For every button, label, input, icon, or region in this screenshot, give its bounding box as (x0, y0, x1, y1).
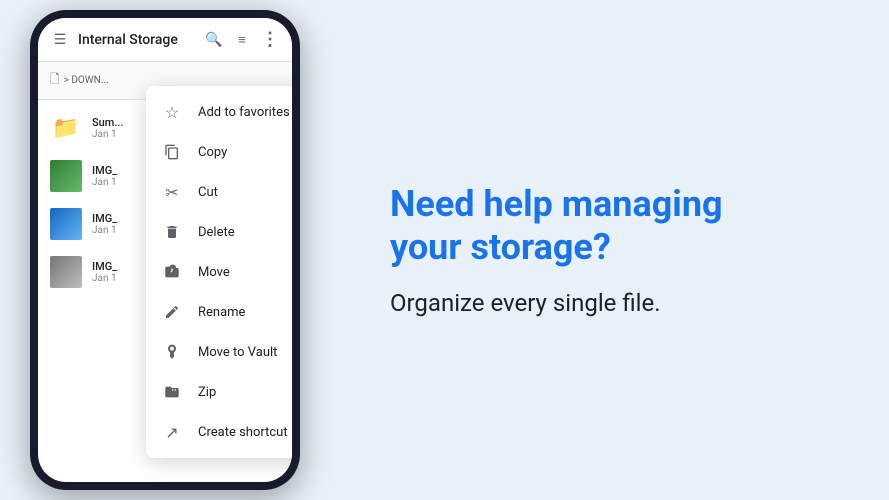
phone-container: ☰ Internal Storage 🔍 ≡ ⋮ 🗋 > DOWN... 📁 S… (30, 10, 340, 490)
headline-line2: your storage? (390, 226, 611, 268)
image-thumbnail (50, 256, 82, 288)
headline-line1: Need help managing (390, 183, 723, 225)
image-thumbnail (50, 208, 82, 240)
menu-item-add-to-favorites[interactable]: ☆ Add to favorites (146, 92, 292, 132)
move-icon (162, 262, 182, 282)
app-title: Internal Storage (78, 32, 196, 48)
star-icon: ☆ (162, 102, 182, 122)
menu-label: Zip (198, 385, 216, 400)
menu-item-create-shortcut[interactable]: ↗ Create shortcut (146, 412, 292, 452)
delete-icon (162, 222, 182, 242)
menu-item-move-to-vault[interactable]: Move to Vault (146, 332, 292, 372)
folder-icon: 📁 (50, 112, 82, 144)
zip-icon (162, 382, 182, 402)
menu-item-copy[interactable]: Copy (146, 132, 292, 172)
context-menu: ☆ Add to favorites Copy ✂ Cut (146, 86, 292, 458)
hamburger-icon[interactable]: ☰ (50, 30, 70, 50)
menu-item-delete[interactable]: Delete (146, 212, 292, 252)
menu-item-cut[interactable]: ✂ Cut (146, 172, 292, 212)
shortcut-icon: ↗ (162, 422, 182, 442)
promo-headline: Need help managing your storage? (390, 183, 839, 269)
search-icon[interactable]: 🔍 (204, 30, 224, 50)
promo-subheadline: Organize every single file. (390, 289, 839, 317)
menu-label: Cut (198, 185, 218, 200)
image-thumbnail (50, 160, 82, 192)
menu-label: Move (198, 265, 230, 280)
menu-item-move[interactable]: Move (146, 252, 292, 292)
promo-content: Need help managing your storage? Organiz… (340, 143, 889, 357)
phone-screen: ☰ Internal Storage 🔍 ≡ ⋮ 🗋 > DOWN... 📁 S… (38, 18, 292, 482)
menu-label: Copy (198, 145, 227, 160)
menu-label: Move to Vault (198, 345, 277, 360)
menu-label: Create shortcut (198, 425, 288, 440)
app-bar: ☰ Internal Storage 🔍 ≡ ⋮ (38, 18, 292, 62)
more-icon[interactable]: ⋮ (260, 30, 280, 50)
menu-item-zip[interactable]: Zip (146, 372, 292, 412)
menu-label: Delete (198, 225, 235, 240)
menu-label: Rename (198, 305, 245, 320)
menu-item-rename[interactable]: Rename (146, 292, 292, 332)
breadcrumb-text: > DOWN... (64, 75, 109, 86)
menu-label: Add to favorites (198, 105, 290, 120)
cut-icon: ✂ (162, 182, 182, 202)
rename-icon (162, 302, 182, 322)
phone-frame: ☰ Internal Storage 🔍 ≡ ⋮ 🗋 > DOWN... 📁 S… (30, 10, 300, 490)
vault-icon (162, 342, 182, 362)
filter-icon[interactable]: ≡ (232, 30, 252, 50)
copy-icon (162, 142, 182, 162)
